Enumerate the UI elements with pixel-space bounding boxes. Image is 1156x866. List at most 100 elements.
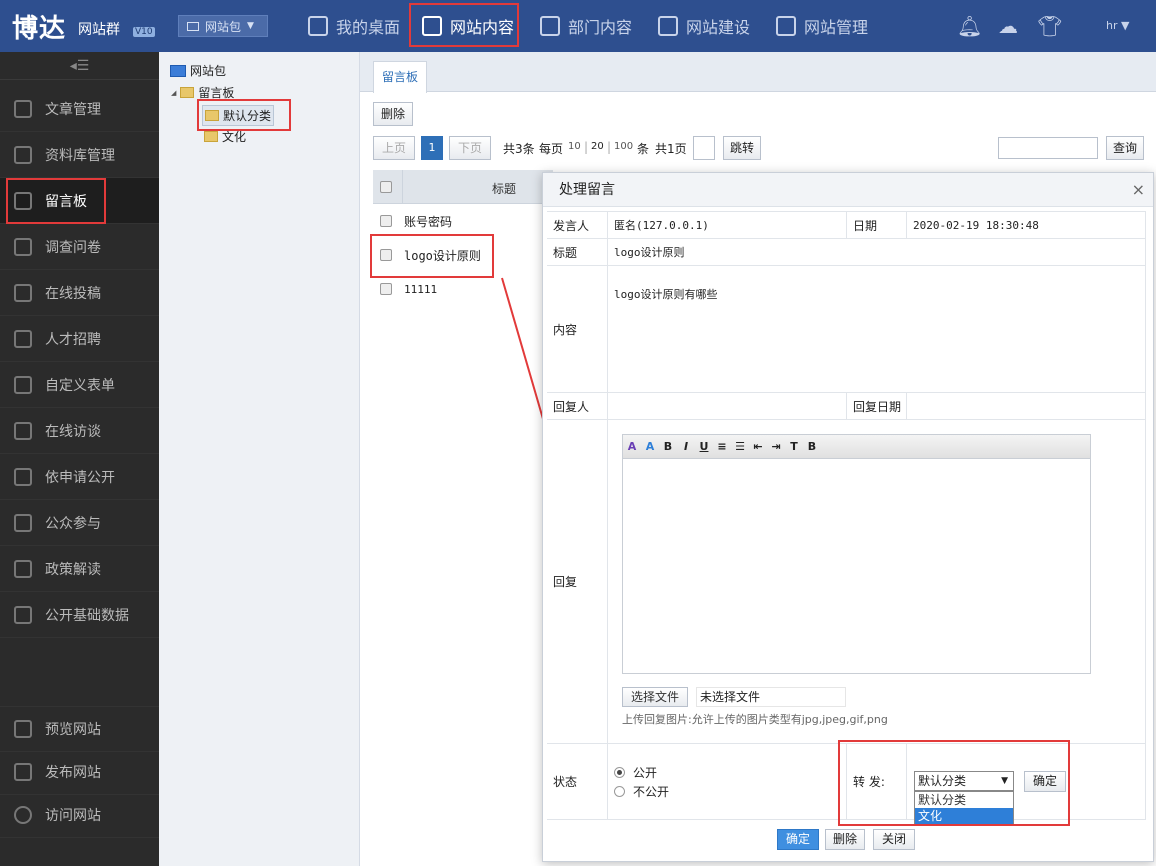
shirt-icon[interactable]: 👕︎ [1037, 15, 1062, 37]
poster-value: 匿名(127.0.0.1) [608, 212, 847, 239]
tree-node-culture[interactable]: 文化 [204, 128, 246, 145]
prev-page-button[interactable]: 上页 [373, 136, 415, 160]
sidebar-item-recruit[interactable]: 人才招聘 [0, 316, 159, 362]
sidebar-item-basic-data[interactable]: 公开基础数据 [0, 592, 159, 638]
user-menu[interactable]: hr ▼ [1106, 19, 1129, 32]
row-checkbox[interactable] [380, 283, 392, 295]
clear-format-icon[interactable]: T [787, 440, 801, 453]
underline-icon[interactable]: U [697, 440, 711, 453]
mic-icon [14, 421, 32, 440]
delete-button[interactable]: 删除 [373, 102, 413, 126]
highlight-icon[interactable]: A [643, 440, 657, 453]
sidebar-item-library[interactable]: 资料库管理 [0, 132, 159, 178]
query-button[interactable]: 查询 [1106, 136, 1144, 160]
outdent-icon[interactable]: ⇤ [751, 440, 765, 453]
sidebar: ◂☰ 文章管理 资料库管理 留言板 调查问卷 在线投稿 人才招聘 自定义表单 在… [0, 52, 159, 866]
indent-icon[interactable]: ⇥ [769, 440, 783, 453]
jump-button[interactable]: 跳转 [723, 136, 761, 160]
delete-message-button[interactable]: 删除 [825, 829, 865, 850]
sidebar-item-visit[interactable]: 访问网站 [0, 792, 159, 838]
collapse-button[interactable]: ◂☰ [0, 52, 159, 80]
row-checkbox[interactable] [380, 215, 392, 227]
ok-button[interactable]: 确定 [777, 829, 819, 850]
list-icon[interactable]: ☰ [733, 440, 747, 453]
search-input[interactable] [998, 137, 1098, 159]
nav-site-manage[interactable]: 网站管理 [768, 0, 876, 52]
sidebar-item-preview[interactable]: 预览网站 [0, 706, 159, 752]
monitor-icon [170, 64, 186, 77]
nav-site-content[interactable]: 网站内容 [414, 0, 522, 52]
sidebar-item-custom-form[interactable]: 自定义表单 [0, 362, 159, 408]
radio-public[interactable]: 公开 [614, 764, 657, 781]
close-icon[interactable]: × [1132, 173, 1145, 207]
bold-icon[interactable]: B [661, 440, 675, 453]
reply-editor[interactable]: A A B I U ≡ ☰ ⇤ ⇥ T B [622, 434, 1091, 674]
site-select[interactable]: 网站包 ▼ [178, 15, 268, 37]
site-select-value: 网站包 [205, 19, 242, 34]
replier-label: 回复人 [547, 393, 608, 420]
forward-ok-button[interactable]: 确定 [1024, 771, 1066, 792]
nav-site-build[interactable]: 网站建设 [650, 0, 758, 52]
dropdown-option[interactable]: 默认分类 [915, 792, 1013, 808]
tree-root[interactable]: 网站包 [170, 62, 226, 79]
chart-icon [14, 605, 32, 624]
sidebar-item-publish[interactable]: 发布网站 [0, 749, 159, 795]
close-button[interactable]: 关闭 [873, 829, 915, 850]
settings-icon [776, 16, 796, 36]
expander-icon[interactable]: ◢ [171, 89, 176, 97]
edit-icon [422, 16, 442, 36]
sidebar-item-message-board[interactable]: 留言板 [0, 178, 159, 224]
sidebar-item-interview[interactable]: 在线访谈 [0, 408, 159, 454]
content-value: logo设计原则有哪些 [608, 266, 1146, 393]
sidebar-item-disclosure[interactable]: 依申请公开 [0, 454, 159, 500]
font-color-icon[interactable]: A [625, 440, 639, 453]
preview-icon [14, 720, 32, 738]
reply-label: 回复 [547, 420, 608, 744]
forward-select[interactable]: 默认分类 ▼ [914, 771, 1014, 791]
choose-file-button[interactable]: 选择文件 [622, 687, 688, 707]
cloud-icon[interactable]: ☁ [997, 15, 1019, 37]
caret-down-icon: ▼ [1001, 776, 1008, 786]
date-label: 日期 [847, 212, 907, 239]
tab-message-board[interactable]: 留言板 [373, 61, 428, 93]
article-icon [14, 99, 32, 118]
globe-icon [14, 805, 32, 824]
next-page-button[interactable]: 下页 [449, 136, 491, 160]
radio-icon[interactable] [614, 785, 625, 797]
table-row[interactable]: logo设计原则 [373, 238, 553, 272]
page-size-option[interactable]: 20 [591, 141, 604, 152]
dropdown-option[interactable]: 文化 [915, 808, 1013, 824]
bg-color-icon[interactable]: B [805, 440, 819, 453]
table-row[interactable]: 11111 [373, 272, 553, 306]
page-size-option[interactable]: 10 [568, 141, 581, 152]
status-options: 公开 不公开 [608, 744, 847, 820]
file-name: 未选择文件 [696, 687, 846, 707]
reply-date-value [907, 393, 1146, 420]
select-all-checkbox[interactable] [380, 181, 392, 193]
row-checkbox[interactable] [380, 249, 392, 261]
forward-label: 转 发: [847, 744, 907, 820]
bell-icon[interactable]: 🔔︎ [957, 15, 982, 37]
sidebar-item-survey[interactable]: 调查问卷 [0, 224, 159, 270]
tab-strip: 留言板 [360, 52, 1156, 93]
nav-dept-content[interactable]: 部门内容 [532, 0, 640, 52]
tree-node-default-category[interactable]: 默认分类 [202, 105, 275, 126]
recruit-icon [14, 329, 32, 348]
page-size-option[interactable]: 100 [614, 141, 633, 152]
nav-desktop[interactable]: 我的桌面 [300, 0, 408, 52]
table-row[interactable]: 账号密码 [373, 204, 553, 238]
jump-page-input[interactable] [693, 136, 715, 160]
logo-subtitle: 网站群 [78, 22, 120, 38]
poster-label: 发言人 [547, 212, 608, 239]
sidebar-item-participation[interactable]: 公众参与 [0, 500, 159, 546]
radio-private[interactable]: 不公开 [614, 783, 669, 800]
align-icon[interactable]: ≡ [715, 440, 729, 453]
sidebar-item-articles[interactable]: 文章管理 [0, 86, 159, 132]
sidebar-item-policy[interactable]: 政策解读 [0, 546, 159, 592]
radio-icon[interactable] [614, 766, 625, 778]
tree-node-message-board[interactable]: ◢ 留言板 [171, 84, 234, 101]
page-number[interactable]: 1 [421, 136, 443, 160]
italic-icon[interactable]: I [679, 440, 693, 453]
org-icon [540, 16, 560, 36]
sidebar-item-submit[interactable]: 在线投稿 [0, 270, 159, 316]
